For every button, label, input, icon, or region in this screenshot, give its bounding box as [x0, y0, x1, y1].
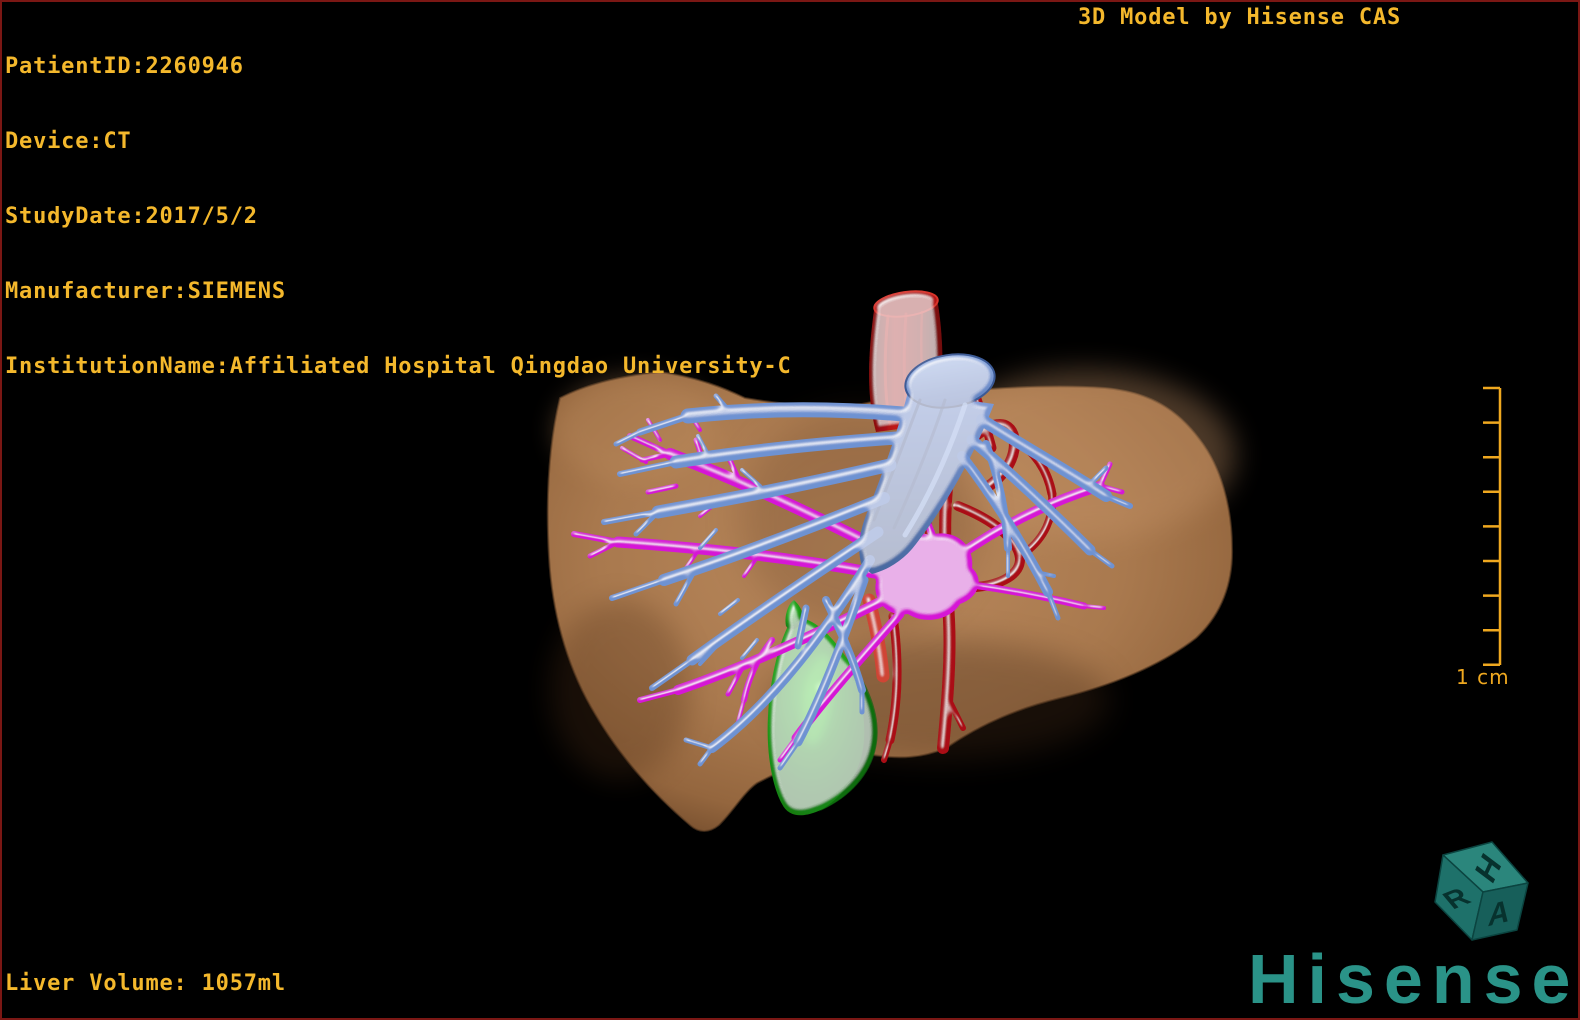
patient-id-line: PatientID:2260946 — [5, 54, 244, 79]
orientation-cube[interactable]: H R A — [1434, 841, 1529, 941]
institution-line: InstitutionName:Affiliated Hospital Qing… — [5, 354, 792, 379]
watermark-title: 3D Model by Hisense CAS — [1078, 5, 1402, 30]
scale-bar: 1 cm — [1456, 386, 1510, 689]
liver-volume-label: Liver Volume: 1057ml — [5, 971, 286, 996]
hisense-brand-wordmark: Hisense — [1248, 940, 1580, 1018]
cas-3d-model-window: 1 cm H R A PatientID:2260946 Device:CT S… — [0, 0, 1580, 1020]
manufacturer-line: Manufacturer:SIEMENS — [5, 279, 286, 304]
scale-bar-label: 1 cm — [1456, 665, 1510, 689]
patient-info-block: PatientID:2260946 Device:CT StudyDate:20… — [5, 4, 792, 429]
study-date-line: StudyDate:2017/5/2 — [5, 204, 258, 229]
cube-letter-a: A — [1487, 892, 1512, 933]
device-line: Device:CT — [5, 129, 132, 154]
